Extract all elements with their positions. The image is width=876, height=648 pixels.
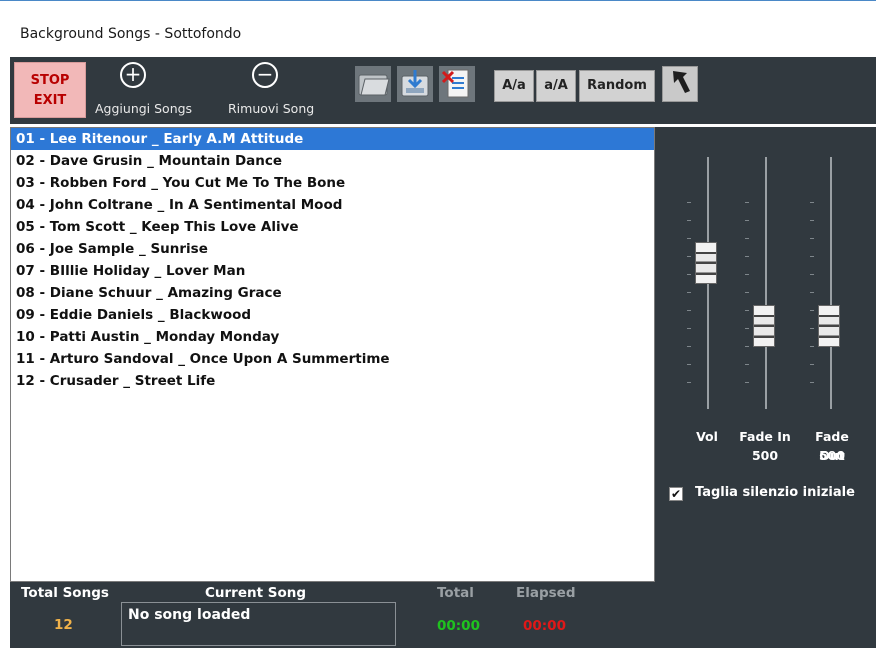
uppercase-button[interactable]: a/A — [536, 70, 576, 102]
stop-label: STOP — [30, 73, 70, 88]
song-list-item[interactable]: 10 - Patti Austin _ Monday Monday — [11, 326, 654, 348]
fade-in-label: Fade In — [739, 429, 791, 444]
plus-circle-icon[interactable]: + — [120, 62, 146, 88]
slider-tick — [745, 202, 749, 203]
slider-tick — [810, 202, 814, 203]
song-list-item[interactable]: 11 - Arturo Sandoval _ Once Upon A Summe… — [11, 348, 654, 370]
slider-tick — [687, 382, 691, 383]
slider-tick — [810, 292, 814, 293]
song-list-item[interactable]: 02 - Dave Grusin _ Mountain Dance — [11, 150, 654, 172]
slider-tick — [810, 274, 814, 275]
slider-tick — [745, 238, 749, 239]
slider-tick — [745, 328, 749, 329]
slider-tick — [687, 364, 691, 365]
song-list-item[interactable]: 07 - BIllie Holiday _ Lover Man — [11, 260, 654, 282]
open-folder-icon[interactable] — [355, 66, 391, 102]
slider-tick — [810, 382, 814, 383]
slider-tick — [745, 274, 749, 275]
total-time-value: 00:00 — [437, 618, 480, 634]
save-list-icon[interactable] — [397, 66, 433, 102]
slider-tick — [745, 382, 749, 383]
toolbar: STOP EXIT + Aggiungi Songs − Rimuovi Son… — [10, 57, 876, 124]
song-list[interactable]: 01 - Lee Ritenour _ Early A.M Attitude 02… — [10, 127, 655, 582]
trim-silence-checkbox[interactable]: ✔ — [669, 487, 683, 501]
slider-tick — [687, 310, 691, 311]
slider-tick — [810, 310, 814, 311]
clear-list-icon[interactable] — [439, 66, 475, 102]
fade-in-slider-thumb[interactable] — [753, 305, 775, 347]
slider-tick — [687, 328, 691, 329]
total-time-label: Total — [437, 585, 474, 601]
slider-tick — [810, 238, 814, 239]
random-button[interactable]: Random — [579, 70, 655, 102]
status-bar: Total Songs 12 Current Song No song load… — [10, 582, 876, 648]
fade-out-value: 500 — [818, 448, 846, 463]
song-list-item[interactable]: 04 - John Coltrane _ In A Sentimental Mo… — [11, 194, 654, 216]
fade-in-value: 500 — [751, 448, 779, 463]
current-song-label: Current Song — [205, 585, 307, 601]
elapsed-time-label: Elapsed — [516, 585, 576, 601]
lowercase-button[interactable]: A/a — [494, 70, 534, 102]
slider-tick — [810, 256, 814, 257]
song-list-item[interactable]: 03 - Robben Ford _ You Cut Me To The Bon… — [11, 172, 654, 194]
slider-tick — [745, 346, 749, 347]
slider-tick — [745, 292, 749, 293]
back-arrow-icon[interactable] — [662, 66, 698, 102]
slider-tick — [687, 292, 691, 293]
slider-tick — [687, 256, 691, 257]
elapsed-time-value: 00:00 — [523, 618, 566, 634]
song-list-item[interactable]: 08 - Diane Schuur _ Amazing Grace — [11, 282, 654, 304]
song-list-item[interactable]: 06 - Joe Sample _ Sunrise — [11, 238, 654, 260]
total-songs-label: Total Songs — [21, 585, 109, 601]
song-list-item[interactable]: 09 - Eddie Daniels _ Blackwood — [11, 304, 654, 326]
exit-label: EXIT — [33, 93, 67, 108]
song-list-item[interactable]: 01 - Lee Ritenour _ Early A.M Attitude — [11, 128, 654, 150]
add-songs-button[interactable]: Aggiungi Songs — [95, 101, 192, 116]
fade-in-slider-track[interactable] — [765, 157, 767, 409]
slider-tick — [810, 220, 814, 221]
slider-tick — [745, 310, 749, 311]
vol-label: Vol — [696, 429, 718, 444]
fade-out-slider-track[interactable] — [830, 157, 832, 409]
song-list-item[interactable]: 05 - Tom Scott _ Keep This Love Alive — [11, 216, 654, 238]
window-title: Background Songs - Sottofondo — [20, 26, 242, 42]
slider-tick — [687, 220, 691, 221]
current-song-value: No song loaded — [128, 607, 251, 623]
slider-tick — [745, 220, 749, 221]
song-list-item[interactable]: 12 - Crusader _ Street Life — [11, 370, 654, 392]
slider-tick — [810, 346, 814, 347]
minus-circle-icon[interactable]: − — [252, 62, 278, 88]
total-songs-value: 12 — [54, 617, 73, 633]
stop-exit-button[interactable]: STOP EXIT — [14, 62, 86, 118]
slider-tick — [687, 238, 691, 239]
trim-silence-label: Taglia silenzio iniziale — [695, 485, 855, 500]
remove-song-button[interactable]: Rimuovi Song — [228, 101, 314, 116]
check-icon: ✔ — [670, 487, 682, 501]
vol-slider-thumb[interactable] — [695, 242, 717, 284]
mixer-panel: Vol Fade In 500 Fade Out 500 ✔ Taglia si… — [655, 127, 876, 582]
fade-out-slider-thumb[interactable] — [818, 305, 840, 347]
slider-tick — [745, 256, 749, 257]
window-titlebar: Background Songs - Sottofondo — [0, 0, 876, 57]
slider-tick — [810, 328, 814, 329]
current-song-display: No song loaded — [121, 602, 396, 646]
slider-tick — [745, 364, 749, 365]
slider-tick — [687, 202, 691, 203]
slider-tick — [810, 364, 814, 365]
slider-tick — [687, 346, 691, 347]
slider-tick — [687, 274, 691, 275]
